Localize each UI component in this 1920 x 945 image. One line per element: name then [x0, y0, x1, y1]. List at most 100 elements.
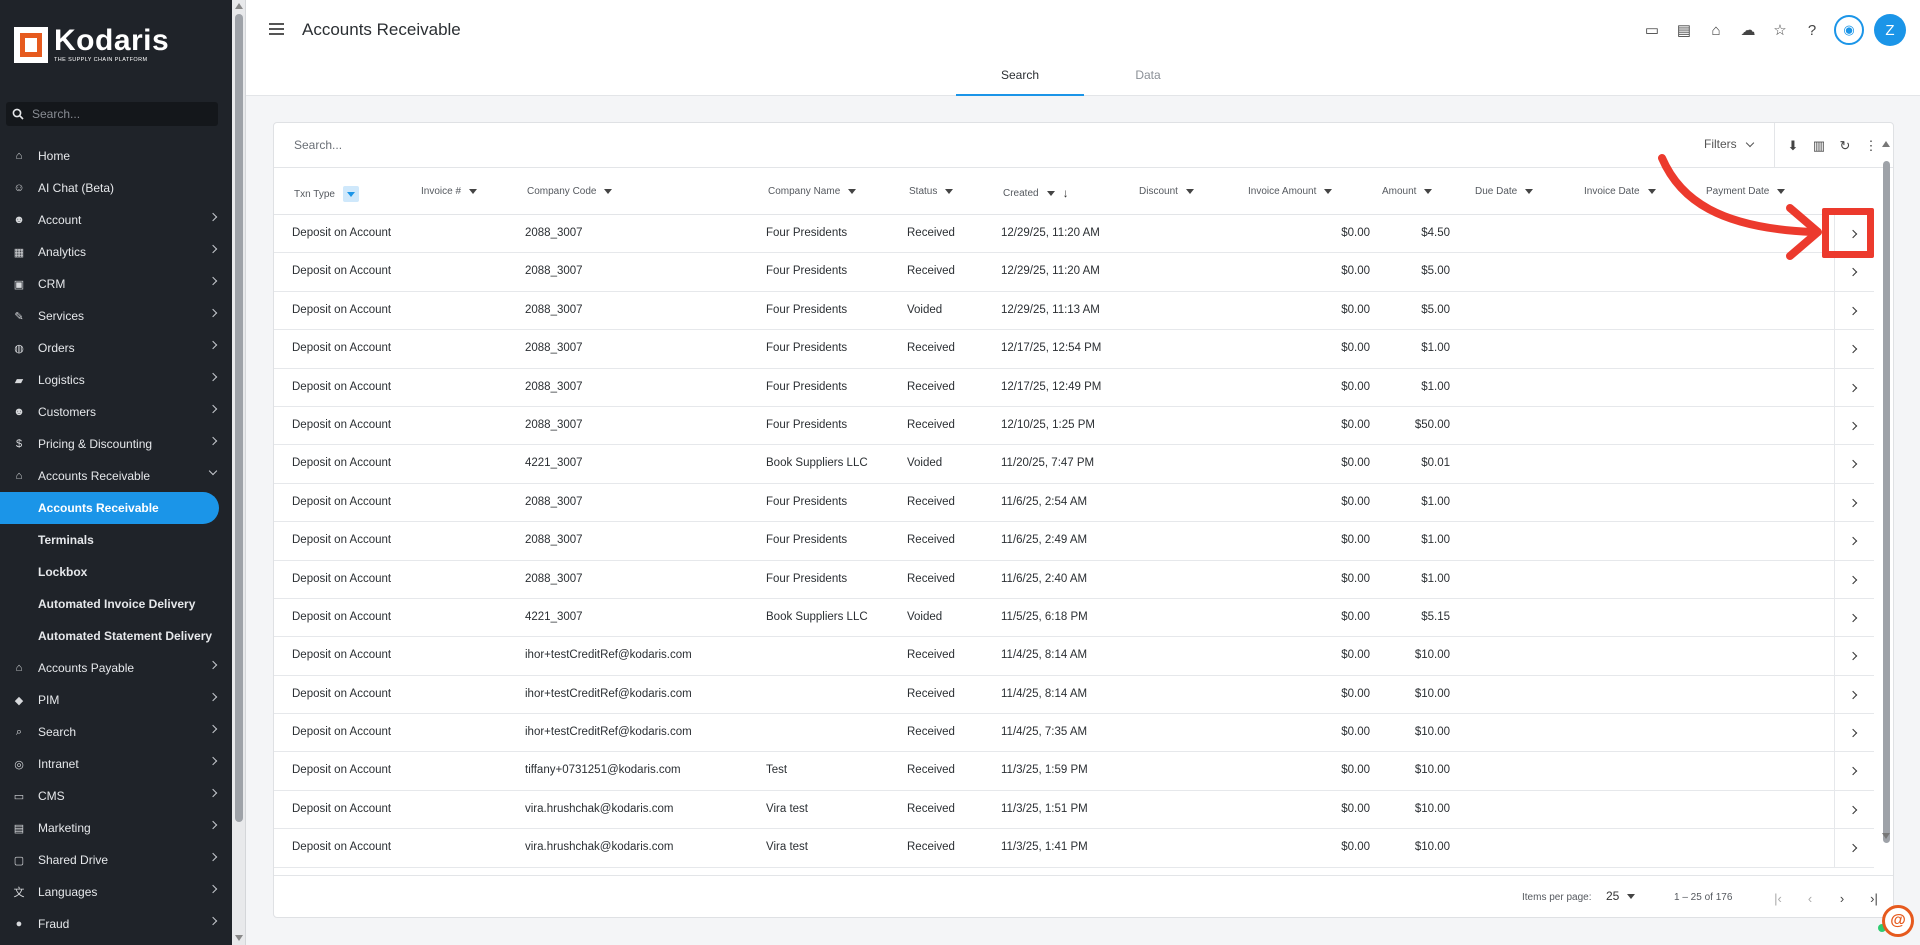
table-scrollbar[interactable]: [1881, 141, 1891, 843]
sidebar-item-home[interactable]: ⌂ Home: [0, 140, 232, 172]
sidebar-item-automated-invoice-delivery[interactable]: Automated Invoice Delivery: [0, 588, 232, 620]
table-row[interactable]: Deposit on Account 2088_3007 Four Presiden…: [274, 406, 1874, 446]
sidebar-item-account[interactable]: ☻ Account: [0, 204, 232, 236]
column-header-invoice-amount[interactable]: Invoice Amount: [1248, 186, 1333, 197]
table-row[interactable]: Deposit on Account ihor+testCreditRef@kod…: [274, 675, 1874, 715]
first-page-icon[interactable]: |‹: [1764, 886, 1792, 910]
row-open-button[interactable]: [1834, 675, 1874, 714]
last-page-icon[interactable]: ›|: [1860, 886, 1888, 910]
table-row[interactable]: Deposit on Account 2088_3007 Four Presiden…: [274, 483, 1874, 523]
column-menu-icon[interactable]: [848, 189, 857, 194]
table-search-input[interactable]: [292, 137, 692, 153]
row-open-button[interactable]: [1834, 483, 1874, 522]
column-menu-icon[interactable]: [469, 189, 478, 194]
filter-active-icon[interactable]: [342, 186, 359, 202]
row-open-button[interactable]: [1834, 560, 1874, 599]
sidebar-item-cms[interactable]: ▭ CMS: [0, 780, 232, 812]
tab-search[interactable]: Search: [956, 68, 1084, 96]
bank-icon[interactable]: ⌂: [1700, 15, 1732, 45]
sidebar-item-shared-drive[interactable]: ▢ Shared Drive: [0, 844, 232, 876]
ai-bot-icon[interactable]: ◉: [1834, 15, 1864, 45]
column-header-created[interactable]: Created ↓: [1003, 186, 1069, 200]
star-icon[interactable]: ☆: [1764, 15, 1796, 45]
sidebar-item-ai-chat-beta[interactable]: ☺ AI Chat (Beta): [0, 172, 232, 204]
row-open-button[interactable]: [1834, 790, 1874, 829]
table-row[interactable]: Deposit on Account tiffany+0731251@kodari…: [274, 752, 1874, 791]
sidebar-item-automated-statement-delivery[interactable]: Automated Statement Delivery: [0, 620, 232, 652]
column-menu-icon[interactable]: [604, 189, 613, 194]
cloud-download-icon[interactable]: ☁: [1732, 15, 1764, 45]
row-open-button[interactable]: [1834, 368, 1874, 407]
table-row[interactable]: Deposit on Account 4221_3007 Book Supplier…: [274, 598, 1874, 638]
table-row[interactable]: Deposit on Account vira.hrushchak@kodaris…: [274, 829, 1874, 868]
column-header-invoice[interactable]: Invoice #: [421, 186, 478, 197]
sidebar-item-orders[interactable]: ◍ Orders: [0, 332, 232, 364]
sidebar-item-accounts-payable[interactable]: ⌂ Accounts Payable: [0, 652, 232, 684]
row-open-button[interactable]: [1834, 637, 1874, 676]
table-row[interactable]: Deposit on Account ihor+testCreditRef@kod…: [274, 637, 1874, 676]
table-row[interactable]: Deposit on Account 2088_3007 Four Presiden…: [274, 560, 1874, 599]
row-open-button[interactable]: [1834, 598, 1874, 637]
sidebar-item-crm[interactable]: ▣ CRM: [0, 268, 232, 300]
column-menu-icon[interactable]: [1324, 189, 1333, 194]
column-header-status[interactable]: Status: [909, 186, 954, 197]
row-open-button[interactable]: [1834, 445, 1874, 484]
sidebar-item-pricing-discounting[interactable]: $ Pricing & Discounting: [0, 428, 232, 460]
table-row[interactable]: Deposit on Account 2088_3007 Four Presiden…: [274, 368, 1874, 407]
table-row[interactable]: Deposit on Account 2088_3007 Four Presiden…: [274, 330, 1874, 369]
column-header-company-name[interactable]: Company Name: [768, 186, 857, 197]
sidebar-item-lockbox[interactable]: Lockbox: [0, 556, 232, 588]
sidebar-scrollbar[interactable]: [232, 0, 246, 945]
previous-page-icon[interactable]: ‹: [1796, 886, 1824, 910]
sidebar-item-search[interactable]: ⌕ Search: [0, 716, 232, 748]
chat-support-icon[interactable]: @: [1882, 905, 1914, 937]
column-menu-icon[interactable]: [1046, 190, 1055, 196]
sidebar-item-terminals[interactable]: Terminals: [0, 524, 232, 556]
card-check-icon[interactable]: ▭: [1636, 15, 1668, 45]
help-icon[interactable]: ?: [1796, 15, 1828, 45]
sidebar-item-analytics[interactable]: ▦ Analytics: [0, 236, 232, 268]
row-open-button[interactable]: [1834, 752, 1874, 791]
row-open-button[interactable]: [1834, 714, 1874, 753]
row-open-button[interactable]: [1834, 522, 1874, 561]
next-page-icon[interactable]: ›: [1828, 886, 1856, 910]
sidebar-item-pim[interactable]: ◆ PIM: [0, 684, 232, 716]
sidebar-item-services[interactable]: ✎ Services: [0, 300, 232, 332]
row-open-button[interactable]: [1834, 330, 1874, 369]
sidebar-search-input[interactable]: [30, 106, 200, 122]
column-header-discount[interactable]: Discount: [1139, 186, 1194, 197]
sidebar-item-intranet[interactable]: ◎ Intranet: [0, 748, 232, 780]
sidebar-item-accounts-receivable[interactable]: Accounts Receivable: [0, 492, 219, 524]
sidebar-item-logistics[interactable]: ▰ Logistics: [0, 364, 232, 396]
table-row[interactable]: Deposit on Account 4221_3007 Book Supplier…: [274, 445, 1874, 484]
sidebar-item-languages[interactable]: 文 Languages: [0, 876, 232, 908]
sort-descending-icon[interactable]: ↓: [1063, 186, 1069, 200]
table-row[interactable]: Deposit on Account 2088_3007 Four Presiden…: [274, 253, 1874, 292]
avatar[interactable]: Z: [1874, 14, 1906, 46]
column-menu-icon[interactable]: [945, 189, 954, 194]
column-header-amount[interactable]: Amount: [1382, 186, 1433, 197]
menu-icon[interactable]: [269, 23, 284, 35]
sidebar-item-fraud[interactable]: ● Fraud: [0, 908, 232, 940]
sidebar-item-accounts-receivable[interactable]: ⌂ Accounts Receivable: [0, 460, 232, 492]
inbox-icon[interactable]: ▤: [1668, 15, 1700, 45]
table-row[interactable]: Deposit on Account 2088_3007 Four Presiden…: [274, 215, 1874, 254]
table-row[interactable]: Deposit on Account 2088_3007 Four Presiden…: [274, 522, 1874, 561]
sidebar-item-marketing[interactable]: ▤ Marketing: [0, 812, 232, 844]
tab-data[interactable]: Data: [1084, 68, 1212, 96]
column-header-company-code[interactable]: Company Code: [527, 186, 613, 197]
column-header-txn-type[interactable]: Txn Type: [294, 186, 359, 202]
page-size-select[interactable]: 25: [1606, 889, 1636, 903]
column-menu-icon[interactable]: [1525, 189, 1534, 194]
row-open-button[interactable]: [1834, 829, 1874, 868]
table-row[interactable]: Deposit on Account ihor+testCreditRef@kod…: [274, 714, 1874, 753]
column-menu-icon[interactable]: [1424, 189, 1433, 194]
column-menu-icon[interactable]: [1185, 189, 1194, 194]
sidebar-item-customers[interactable]: ☻ Customers: [0, 396, 232, 428]
filters-button[interactable]: Filters: [1704, 137, 1754, 151]
row-open-button[interactable]: [1834, 291, 1874, 330]
kodaris-logo[interactable]: Kodaris THE SUPPLY CHAIN PLATFORM: [14, 26, 169, 63]
row-open-button[interactable]: [1834, 406, 1874, 445]
table-row[interactable]: Deposit on Account 2088_3007 Four Presiden…: [274, 291, 1874, 331]
table-row[interactable]: Deposit on Account vira.hrushchak@kodaris…: [274, 790, 1874, 830]
